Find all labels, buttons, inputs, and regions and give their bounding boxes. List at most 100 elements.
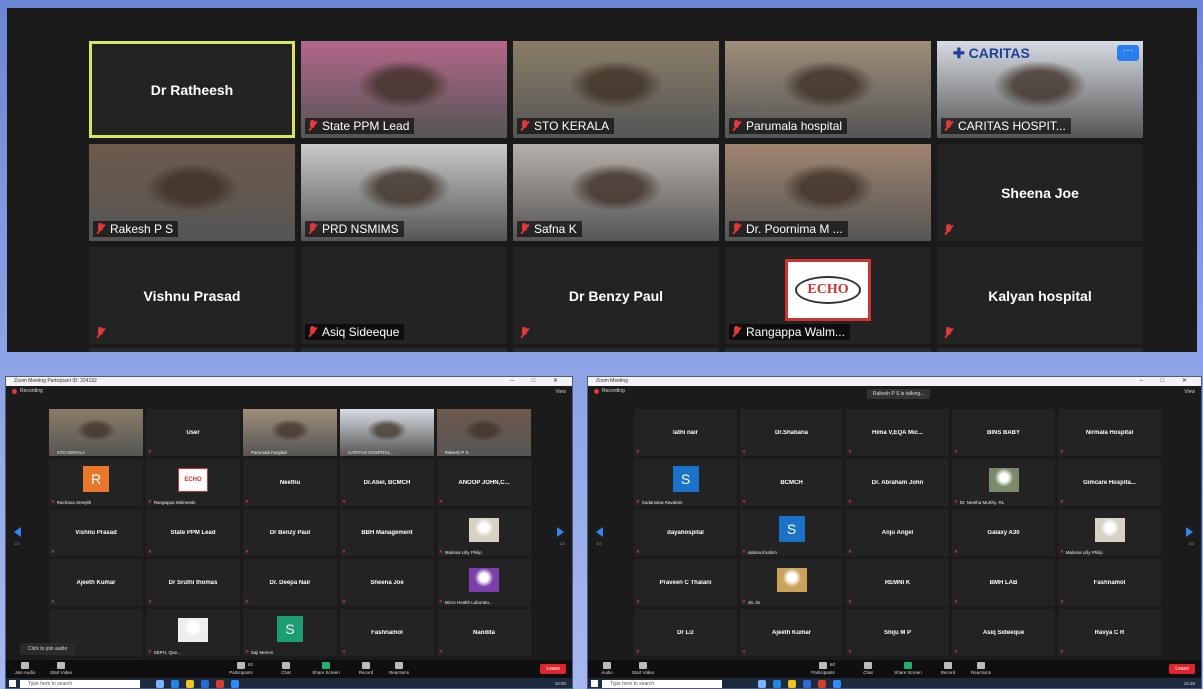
participant-tile[interactable]: Galaxy A30 ✕ — [952, 509, 1055, 556]
right-next-page-arrow[interactable] — [1186, 527, 1193, 537]
participant-tile[interactable]: BCMCH ✕ — [740, 459, 843, 506]
taskview-icon[interactable] — [156, 680, 164, 688]
participant-tile[interactable]: ANOOP JOHN,C... ✕ — [437, 459, 531, 506]
participant-tile[interactable]: STO KERALA — [513, 41, 719, 138]
participant-tile[interactable]: dayahospital ✕ — [634, 509, 737, 556]
participant-tile[interactable]: Ajeeth Kumar ✕ — [740, 609, 843, 656]
participant-tile[interactable]: Sheena Joe — [937, 144, 1143, 241]
chrome-icon[interactable] — [818, 680, 826, 688]
participant-tile[interactable]: Nandita ✕ — [437, 609, 531, 656]
participant-tile[interactable]: Nirmala Hospital ✕ — [1058, 409, 1161, 456]
participant-tile[interactable]: ✕ Jis Jis — [740, 559, 843, 606]
participant-tile[interactable]: Dr Benzy Paul ✕ — [243, 509, 337, 556]
participant-tile[interactable]: Safna K — [513, 144, 719, 241]
toolbar-button-audio[interactable]: Audio — [592, 662, 622, 675]
participant-tile[interactable]: Kalyan hospital — [937, 247, 1143, 344]
word-icon[interactable] — [201, 680, 209, 688]
leave-button[interactable]: Leave — [540, 664, 566, 674]
participant-tile[interactable]: BINS BABY ✕ — [952, 409, 1055, 456]
participant-tile[interactable]: ✕ Malonia Lilly Philip — [1058, 509, 1161, 556]
edge-icon[interactable] — [171, 680, 179, 688]
participant-tile[interactable]: Sheena Joe ✕ — [340, 559, 434, 606]
participant-tile[interactable]: ✕ Rakesh P S — [437, 409, 531, 456]
participant-tile[interactable]: BMH LAB ✕ — [952, 559, 1055, 606]
participant-tile[interactable]: REMNI K ✕ — [846, 559, 949, 606]
participant-tile[interactable]: lathi nair ✕ — [634, 409, 737, 456]
participant-tile[interactable]: Parumala hospital — [725, 41, 931, 138]
participant-tile[interactable]: ✕ Parumala hospital — [243, 409, 337, 456]
taskbar-search-input[interactable]: Type here to search — [20, 680, 140, 688]
toolbar-button-chat[interactable]: Chat — [271, 662, 301, 675]
windows-start-icon[interactable] — [591, 680, 598, 687]
participant-tile[interactable]: ✕ SEPH, Que... — [146, 609, 240, 656]
participant-tile[interactable]: State PPM Lead ✕ — [146, 509, 240, 556]
zoom-icon[interactable] — [833, 680, 841, 688]
participant-tile[interactable]: ✕ Micro Health Laborato... — [437, 559, 531, 606]
participant-tile[interactable]: Neethu ✕ — [243, 459, 337, 506]
left-view-button[interactable]: View — [555, 389, 566, 395]
toolbar-button-share-screen[interactable]: Share Screen — [893, 662, 923, 675]
participant-tile[interactable]: ECHO Rangappa Walm... — [725, 247, 931, 344]
participant-tile[interactable]: Rakesh P S — [89, 144, 295, 241]
participant-tile[interactable]: R ✕ Rachana Sreejith — [49, 459, 143, 506]
toolbar-button-record[interactable]: Record — [933, 662, 963, 675]
participant-tile[interactable]: Shiju M P ✕ — [846, 609, 949, 656]
participant-tile[interactable]: PRD NSMIMS — [301, 144, 507, 241]
toolbar-button-record[interactable]: Record — [351, 662, 381, 675]
participant-tile[interactable]: ✚ CARITAS ··· CARITAS HOSPIT... — [937, 41, 1143, 138]
leave-button[interactable]: Leave — [1169, 664, 1195, 674]
participant-tile[interactable]: Dr Sruthi thomas ✕ — [146, 559, 240, 606]
participant-tile[interactable]: Hima V,EQA Mic... ✕ — [846, 409, 949, 456]
participant-tile[interactable]: Fashnamol ✕ — [340, 609, 434, 656]
toolbar-button-reactions[interactable]: Reactions — [966, 662, 996, 675]
participant-tile[interactable]: ✕ STO KERALA — [49, 409, 143, 456]
toolbar-button-reactions[interactable]: Reactions — [384, 662, 414, 675]
participant-tile[interactable]: Dr Ratheesh — [89, 41, 295, 138]
participant-tile[interactable]: S ✕ Saji Menon — [243, 609, 337, 656]
participant-tile[interactable]: ECHO ✕ Rangappa Walmeeki — [146, 459, 240, 506]
participant-tile[interactable]: Ajeeth Kumar ✕ — [49, 559, 143, 606]
participant-tile[interactable]: ✕ Dr. Neetha Murthy, RL — [952, 459, 1055, 506]
taskview-icon[interactable] — [758, 680, 766, 688]
participant-tile[interactable]: Asiq Sideeque ✕ — [952, 609, 1055, 656]
left-next-page-arrow[interactable] — [557, 527, 564, 537]
participant-tile[interactable]: ✕ Malonia Lilly Philip — [437, 509, 531, 556]
participant-tile[interactable]: Praveen C Thalani ✕ — [634, 559, 737, 606]
participant-tile[interactable]: Asiq Sideeque — [301, 247, 507, 344]
chrome-icon[interactable] — [216, 680, 224, 688]
participant-tile[interactable]: BBH Management ✕ — [340, 509, 434, 556]
participant-tile[interactable]: ✕ CARITAS HOSPITAL... — [340, 409, 434, 456]
left-prev-page-arrow[interactable] — [14, 527, 21, 537]
toolbar-button-start-video[interactable]: Start Video — [628, 662, 658, 675]
participant-tile[interactable]: S ✕ sabina ibrahim — [740, 509, 843, 556]
participant-tile[interactable]: Gimcare Hospita... ✕ — [1058, 459, 1161, 506]
participant-tile[interactable]: Vishnu Prasad ✕ — [49, 509, 143, 556]
participant-tile[interactable]: Dr Benzy Paul — [513, 247, 719, 344]
toolbar-button-join-audio[interactable]: Join Audio — [10, 662, 40, 675]
windows-start-icon[interactable] — [9, 680, 16, 687]
participant-tile[interactable]: User ✕ — [146, 409, 240, 456]
participant-tile[interactable]: Dr. Abraham John ✕ — [846, 459, 949, 506]
toolbar-button-share-screen[interactable]: Share Screen — [311, 662, 341, 675]
toolbar-button-chat[interactable]: Chat — [853, 662, 883, 675]
word-icon[interactable] — [803, 680, 811, 688]
participant-tile[interactable]: Fashnamol ✕ — [1058, 559, 1161, 606]
zoom-icon[interactable] — [231, 680, 239, 688]
participant-tile[interactable]: Dr. Deepa Nair ✕ — [243, 559, 337, 606]
participant-tile[interactable]: Dr. Poornima M ... — [725, 144, 931, 241]
folder-icon[interactable] — [186, 680, 194, 688]
participant-tile[interactable]: Dr.Abel, BCMCH ✕ — [340, 459, 434, 506]
participant-tile[interactable]: Dr.Shabana ✕ — [740, 409, 843, 456]
taskbar-search-input[interactable]: Type here to search — [602, 680, 722, 688]
right-prev-page-arrow[interactable] — [596, 527, 603, 537]
participant-tile[interactable]: Anju Angel ✕ — [846, 509, 949, 556]
participant-tile[interactable]: Ravya C R ✕ — [1058, 609, 1161, 656]
more-options-button[interactable]: ··· — [1117, 45, 1139, 61]
toolbar-button-start-video[interactable]: Start Video — [46, 662, 76, 675]
participant-tile[interactable]: Dr Liz ✕ — [634, 609, 737, 656]
participant-tile[interactable]: State PPM Lead — [301, 41, 507, 138]
folder-icon[interactable] — [788, 680, 796, 688]
edge-icon[interactable] — [773, 680, 781, 688]
participant-tile[interactable]: Vishnu Prasad — [89, 247, 295, 344]
right-view-button[interactable]: View — [1184, 389, 1195, 395]
